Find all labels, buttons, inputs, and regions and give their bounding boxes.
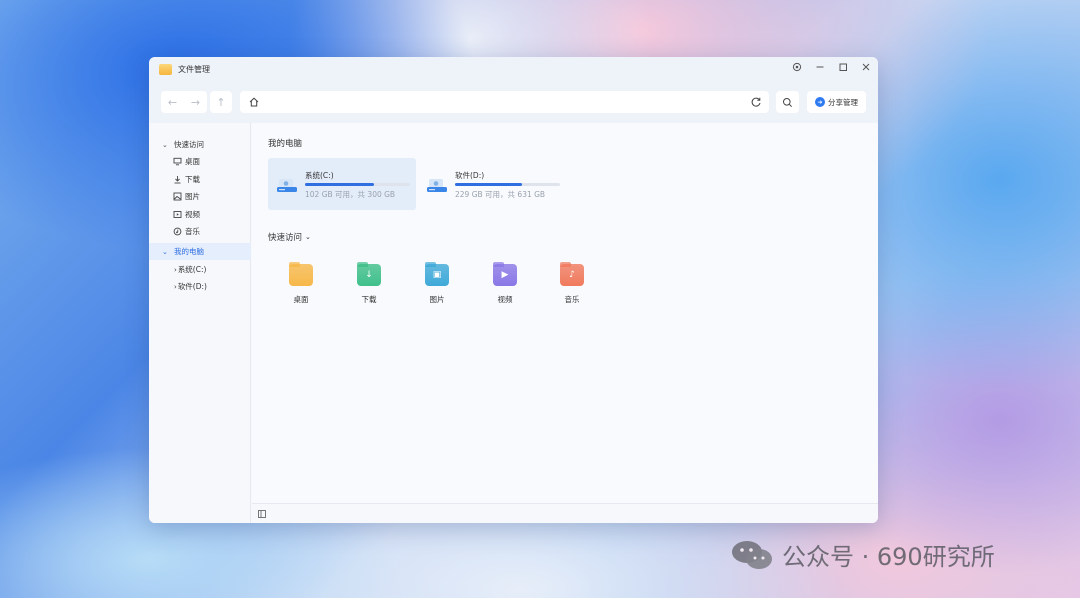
chevron-down-icon: ⌄ xyxy=(162,247,168,256)
sidebar: ⌄ 快速访问 桌面 下载 图片 视频 音乐 ⌄ 我的电脑 › 系统(C:) › … xyxy=(149,123,251,523)
quick-access-download[interactable]: ↓ 下载 xyxy=(349,262,389,312)
folder-music-icon: ♪ xyxy=(560,262,584,286)
quick-access-label: 音乐 xyxy=(564,295,580,304)
sidebar-quick-access-label: 快速访问 xyxy=(174,140,204,149)
quick-access-label: 图片 xyxy=(429,295,445,304)
forward-arrow-icon: → xyxy=(190,95,201,109)
image-glyph: ▣ xyxy=(432,270,442,280)
download-glyph: ↓ xyxy=(365,270,373,280)
file-manager-window: 文件管理 ← → ↑ ➜ 分享管理 ⌄ 快速访问 桌面 下载 图片 视频 音乐 … xyxy=(149,57,878,523)
up-arrow-icon: ↑ xyxy=(216,95,226,109)
hard-drive-icon xyxy=(277,179,297,192)
folder-image-icon: ▣ xyxy=(425,262,449,286)
hard-drive-icon xyxy=(427,179,447,192)
drive-space: 102 GB 可用，共 300 GB xyxy=(305,190,396,199)
quick-access-desktop[interactable]: 桌面 xyxy=(281,262,321,312)
sidebar-item-label: 音乐 xyxy=(185,227,200,236)
quick-access-music[interactable]: ♪ 音乐 xyxy=(552,262,592,312)
folder-app-icon xyxy=(159,64,172,75)
settings-icon[interactable] xyxy=(786,59,808,75)
drive-name: 软件(D:) xyxy=(455,171,485,180)
sidebar-item-desktop[interactable]: 桌面 xyxy=(149,153,251,170)
music-glyph: ♪ xyxy=(569,270,575,280)
drive-usage-fill xyxy=(455,183,523,186)
folder-download-icon: ↓ xyxy=(357,262,381,286)
my-computer-title: 我的电脑 xyxy=(268,139,303,149)
sidebar-item-label: 下载 xyxy=(185,175,200,184)
nav-group: ← → xyxy=(161,91,207,113)
watermark: 公众号 · 690研究所 xyxy=(730,537,995,572)
sidebar-quick-access[interactable]: ⌄ 快速访问 xyxy=(149,136,251,153)
sidebar-item-drive-c[interactable]: › 系统(C:) xyxy=(149,261,251,278)
quick-access-label: 下载 xyxy=(361,295,377,304)
refresh-icon[interactable] xyxy=(749,95,763,109)
share-icon: ➜ xyxy=(815,97,825,107)
up-button[interactable]: ↑ xyxy=(210,91,232,113)
drive-usage-bar xyxy=(455,183,560,186)
drive-d-card[interactable]: 软件(D:) 229 GB 可用，共 631 GB xyxy=(418,158,566,210)
back-button[interactable]: ← xyxy=(161,91,184,113)
sidebar-item-music[interactable]: 音乐 xyxy=(149,223,251,240)
desktop-glyph xyxy=(289,264,313,286)
search-icon xyxy=(783,97,792,107)
quick-access-title: 快速访问 xyxy=(268,233,303,243)
chevron-right-icon: › xyxy=(174,265,177,274)
panel-toggle-icon[interactable] xyxy=(258,510,266,518)
status-bar xyxy=(252,503,878,523)
sidebar-item-download[interactable]: 下载 xyxy=(149,171,251,188)
image-icon xyxy=(173,192,182,201)
drive-usage-bar xyxy=(305,183,410,186)
share-label: 分享管理 xyxy=(828,97,858,107)
video-glyph: ▶ xyxy=(501,270,509,280)
sidebar-item-drive-d[interactable]: › 软件(D:) xyxy=(149,278,251,295)
sidebar-item-label: 视频 xyxy=(185,210,200,219)
sidebar-item-label: 图片 xyxy=(185,192,200,201)
wechat-logo-icon xyxy=(732,540,772,569)
address-bar[interactable] xyxy=(240,91,769,113)
sidebar-item-video[interactable]: 视频 xyxy=(149,206,251,223)
minimize-icon[interactable] xyxy=(809,59,831,75)
drive-name: 系统(C:) xyxy=(305,171,334,180)
back-arrow-icon: ← xyxy=(167,95,178,109)
sidebar-item-label: 系统(C:) xyxy=(177,265,207,274)
sidebar-item-label: 软件(D:) xyxy=(177,282,207,291)
toolbar: ← → ↑ ➜ 分享管理 xyxy=(149,83,878,123)
watermark-text: 公众号 · 690研究所 xyxy=(782,543,995,571)
quick-access-images[interactable]: ▣ 图片 xyxy=(417,262,457,312)
video-icon xyxy=(173,211,182,218)
title-bar[interactable]: 文件管理 xyxy=(149,57,878,83)
chevron-down-icon: ⌄ xyxy=(162,140,168,149)
search-button[interactable] xyxy=(776,91,799,113)
chevron-right-icon: › xyxy=(174,282,177,291)
close-icon[interactable] xyxy=(855,59,877,75)
quick-access-label: 桌面 xyxy=(293,295,309,304)
window-title: 文件管理 xyxy=(178,65,210,74)
quick-access-header[interactable]: 快速访问 ⌄ xyxy=(268,231,311,243)
quick-access-label: 视频 xyxy=(497,295,513,304)
drive-c-card[interactable]: 系统(C:) 102 GB 可用，共 300 GB xyxy=(268,158,416,210)
home-icon[interactable] xyxy=(247,95,261,109)
sidebar-item-images[interactable]: 图片 xyxy=(149,188,251,205)
sidebar-item-label: 桌面 xyxy=(185,157,200,166)
share-manage-button[interactable]: ➜ 分享管理 xyxy=(807,91,866,113)
drive-usage-fill xyxy=(305,183,375,186)
download-icon xyxy=(174,176,181,184)
forward-button[interactable]: → xyxy=(184,91,207,113)
maximize-icon[interactable] xyxy=(832,59,854,75)
folder-desktop-icon xyxy=(289,262,313,286)
sidebar-my-computer[interactable]: ⌄ 我的电脑 xyxy=(149,243,251,260)
sidebar-my-computer-label: 我的电脑 xyxy=(174,247,204,256)
main-content: 我的电脑 系统(C:) 102 GB 可用，共 300 GB 软件(D:) 22… xyxy=(252,123,878,503)
music-icon xyxy=(173,227,182,236)
drive-space: 229 GB 可用，共 631 GB xyxy=(455,190,546,199)
chevron-down-icon: ⌄ xyxy=(305,233,311,241)
desktop-icon xyxy=(173,157,182,166)
folder-video-icon: ▶ xyxy=(493,262,517,286)
quick-access-video[interactable]: ▶ 视频 xyxy=(485,262,525,312)
